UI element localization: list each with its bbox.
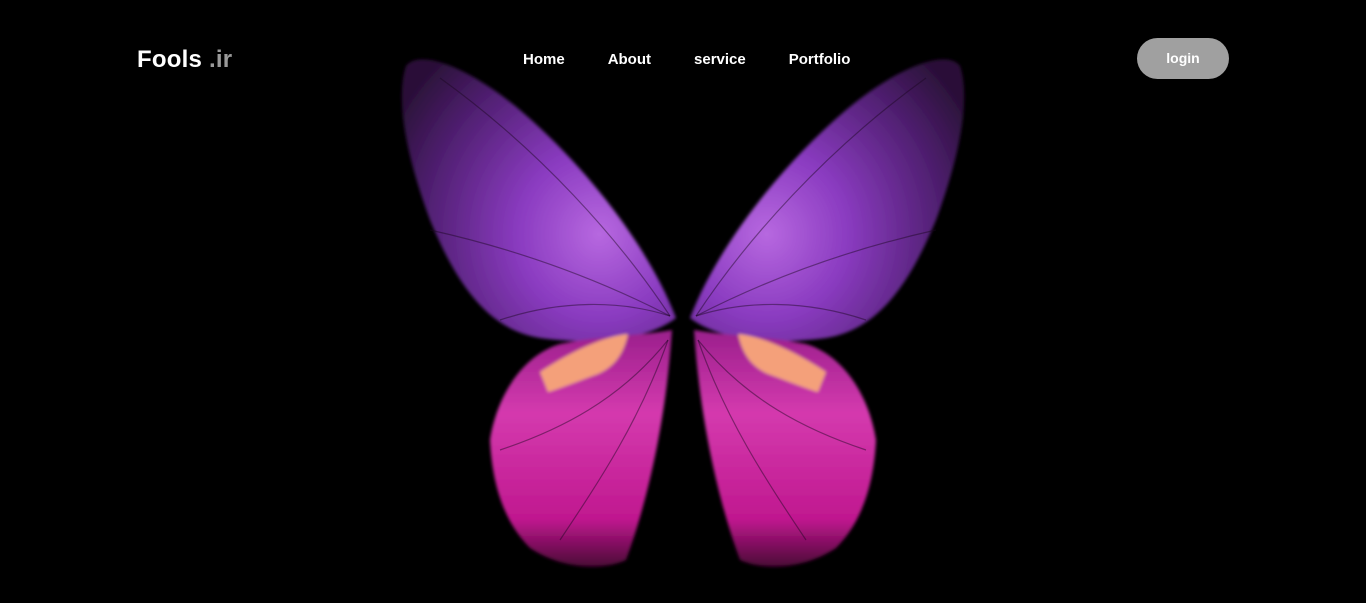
main-nav: Home About service Portfolio [523,48,850,72]
nav-item-about[interactable]: About [608,48,651,72]
logo-name: Fools [137,46,202,73]
logo-suffix: .ir [209,46,233,73]
site-logo[interactable]: Fools .ir [137,44,232,76]
login-button[interactable]: login [1137,38,1229,79]
butterfly-icon [401,59,965,567]
landing-page: Fools .ir Home About service Portfolio lo… [0,0,1366,603]
nav-item-portfolio[interactable]: Portfolio [789,48,851,72]
nav-item-home[interactable]: Home [523,48,565,72]
nav-item-service[interactable]: service [694,48,746,72]
